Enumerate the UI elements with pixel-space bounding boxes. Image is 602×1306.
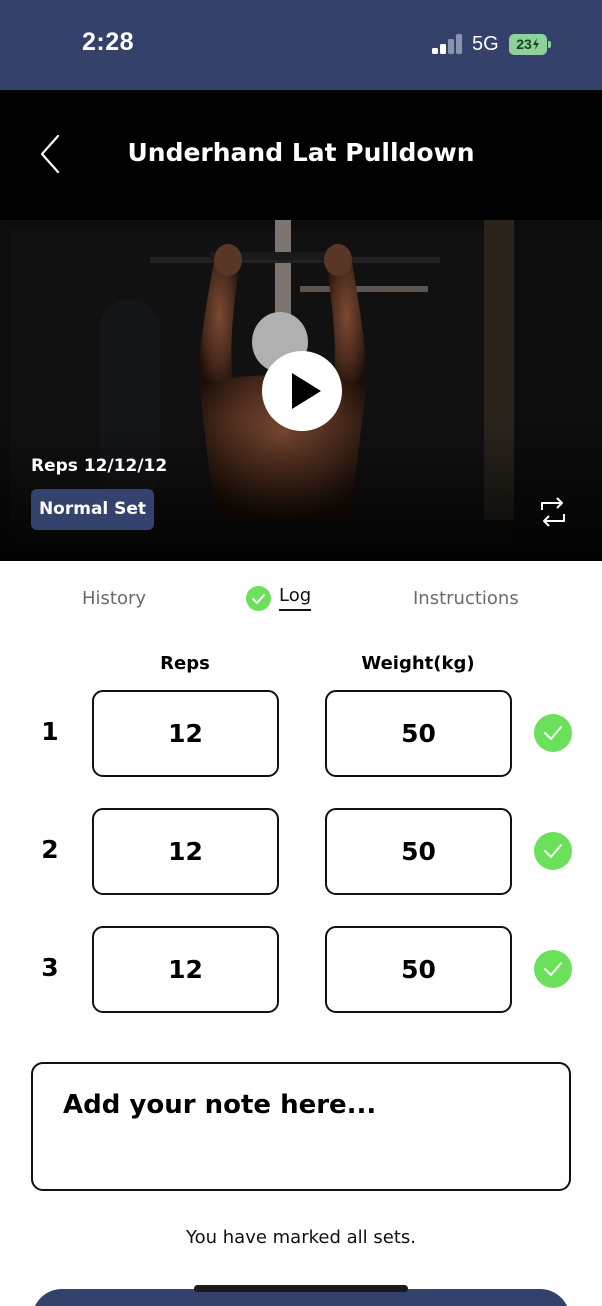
exercise-title: Underhand Lat Pulldown xyxy=(127,138,475,167)
set-complete-toggle[interactable] xyxy=(534,832,572,870)
set-number: 2 xyxy=(41,835,59,864)
reps-target-label: Reps 12/12/12 xyxy=(31,456,168,476)
swap-exercise-icon[interactable] xyxy=(536,494,570,530)
set-complete-toggle[interactable] xyxy=(534,950,572,988)
reps-input[interactable]: 12 xyxy=(92,690,279,777)
weight-input[interactable]: 50 xyxy=(325,808,512,895)
tab-log[interactable]: Log xyxy=(246,585,312,611)
check-icon xyxy=(544,962,562,976)
set-row: 3 12 50 xyxy=(0,926,602,1014)
status-bar: 2:28 5G 23 xyxy=(0,0,602,90)
set-type-badge[interactable]: Normal Set xyxy=(31,489,154,530)
set-number: 1 xyxy=(41,717,59,746)
home-indicator xyxy=(194,1285,408,1292)
battery-level: 23 xyxy=(516,36,532,52)
reps-input[interactable]: 12 xyxy=(92,926,279,1013)
tab-log-label: Log xyxy=(279,585,312,611)
reps-input[interactable]: 12 xyxy=(92,808,279,895)
set-row: 2 12 50 xyxy=(0,808,602,896)
reps-column-header: Reps xyxy=(160,653,210,674)
check-icon xyxy=(544,726,562,740)
check-icon xyxy=(246,585,271,611)
check-icon xyxy=(544,844,562,858)
set-row: 1 12 50 xyxy=(0,690,602,778)
play-button[interactable] xyxy=(262,351,342,431)
sets-status-message: You have marked all sets. xyxy=(186,1227,416,1248)
weight-column-header: Weight(kg) xyxy=(361,653,475,674)
signal-icon xyxy=(432,34,464,54)
weight-input[interactable]: 50 xyxy=(325,926,512,1013)
battery-icon: 23 xyxy=(509,34,551,55)
set-complete-toggle[interactable] xyxy=(534,714,572,752)
tab-history[interactable]: History xyxy=(82,588,146,609)
set-number: 3 xyxy=(41,953,59,982)
network-label: 5G xyxy=(472,33,499,55)
weight-input[interactable]: 50 xyxy=(325,690,512,777)
exercise-video[interactable]: Underhand Lat Pulldown Reps 12/12/12 Nor… xyxy=(0,90,602,561)
tab-bar: History Log Instructions xyxy=(0,561,602,635)
tab-instructions[interactable]: Instructions xyxy=(413,588,519,609)
status-time: 2:28 xyxy=(82,28,135,56)
play-icon xyxy=(292,373,321,409)
note-input[interactable]: Add your note here... xyxy=(31,1062,571,1191)
